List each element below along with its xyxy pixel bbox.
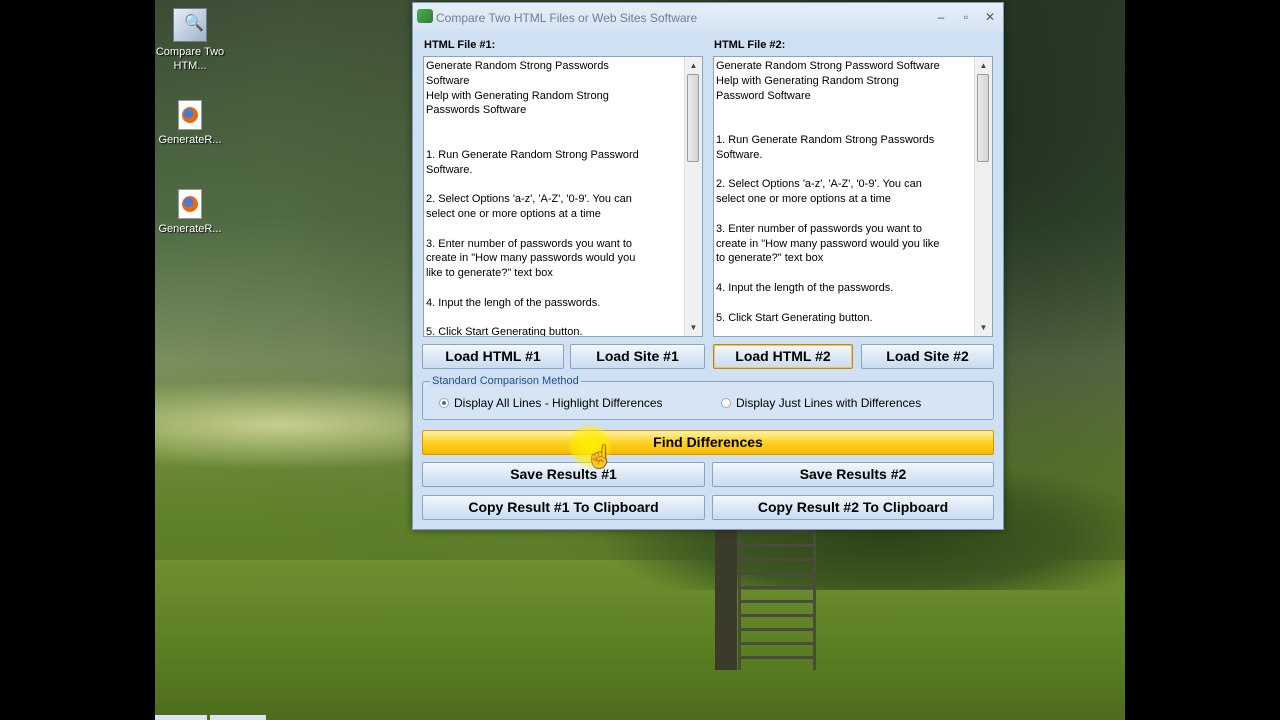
radio-label: Display Just Lines with Differences (736, 396, 922, 410)
desktop-icon-label: GenerateR... (158, 134, 222, 146)
find-differences-button[interactable]: Find Differences (422, 430, 994, 455)
radio-selected-icon (439, 398, 449, 408)
comparison-method-title: Standard Comparison Method (430, 375, 581, 387)
desktop-icon-generate-2[interactable]: GenerateR... (150, 189, 230, 236)
html-file-2-content: Generate Random Strong Password Software… (716, 60, 940, 324)
html-file-2-textarea[interactable]: Generate Random Strong Password Software… (713, 56, 993, 337)
scroll-up-arrow-icon[interactable]: ▲ (975, 57, 992, 74)
hand-cursor-icon: ☝ (586, 444, 614, 469)
load-html-1-button[interactable]: Load HTML #1 (422, 344, 564, 369)
firefox-document-icon (178, 189, 202, 219)
taskbar-item[interactable] (210, 715, 266, 720)
radio-display-all-lines[interactable]: Display All Lines - Highlight Difference… (439, 396, 663, 410)
html-file-1-content: Generate Random Strong Passwords Softwar… (426, 60, 639, 337)
close-button[interactable]: ✕ (979, 8, 1001, 26)
html-file-1-scrollbar[interactable]: ▲ ▼ (684, 57, 702, 336)
copy-result-2-button[interactable]: Copy Result #2 To Clipboard (712, 495, 994, 520)
taskbar-start[interactable] (155, 715, 207, 720)
desktop-icon-generate-1[interactable]: GenerateR... (150, 100, 230, 147)
radio-label: Display All Lines - Highlight Difference… (454, 396, 663, 410)
app-icon (417, 9, 433, 23)
radio-unselected-icon (721, 398, 731, 408)
title-bar[interactable]: Compare Two HTML Files or Web Sites Soft… (413, 3, 1003, 33)
tree-trunk (715, 530, 737, 670)
scroll-down-arrow-icon[interactable]: ▼ (685, 319, 702, 336)
desktop-icon-compare[interactable]: Compare Two HTM... (150, 8, 230, 73)
load-html-2-button[interactable]: Load HTML #2 (713, 344, 853, 369)
compare-app-icon (173, 8, 207, 42)
minimize-button[interactable]: – (930, 8, 952, 26)
app-window: Compare Two HTML Files or Web Sites Soft… (412, 2, 1004, 530)
html-file-1-textarea[interactable]: Generate Random Strong Passwords Softwar… (423, 56, 703, 337)
scroll-thumb[interactable] (687, 74, 699, 162)
html-file-1-label: HTML File #1: (424, 39, 496, 51)
html-file-2-scrollbar[interactable]: ▲ ▼ (974, 57, 992, 336)
copy-result-1-button[interactable]: Copy Result #1 To Clipboard (422, 495, 705, 520)
html-file-2-label: HTML File #2: (714, 39, 786, 51)
firefox-document-icon (178, 100, 202, 130)
save-results-2-button[interactable]: Save Results #2 (712, 462, 994, 487)
scroll-down-arrow-icon[interactable]: ▼ (975, 319, 992, 336)
radio-display-differences-only[interactable]: Display Just Lines with Differences (721, 396, 921, 410)
load-site-1-button[interactable]: Load Site #1 (570, 344, 705, 369)
scroll-thumb[interactable] (977, 74, 989, 162)
maximize-button[interactable]: ▫ (955, 8, 977, 26)
save-results-1-button[interactable]: Save Results #1 (422, 462, 705, 487)
scroll-up-arrow-icon[interactable]: ▲ (685, 57, 702, 74)
desktop-icon-label: GenerateR... (158, 223, 222, 235)
ladder (738, 530, 816, 670)
window-title: Compare Two HTML Files or Web Sites Soft… (436, 11, 698, 25)
desktop-icon-label: Compare Two HTM... (155, 46, 225, 72)
load-site-2-button[interactable]: Load Site #2 (861, 344, 994, 369)
